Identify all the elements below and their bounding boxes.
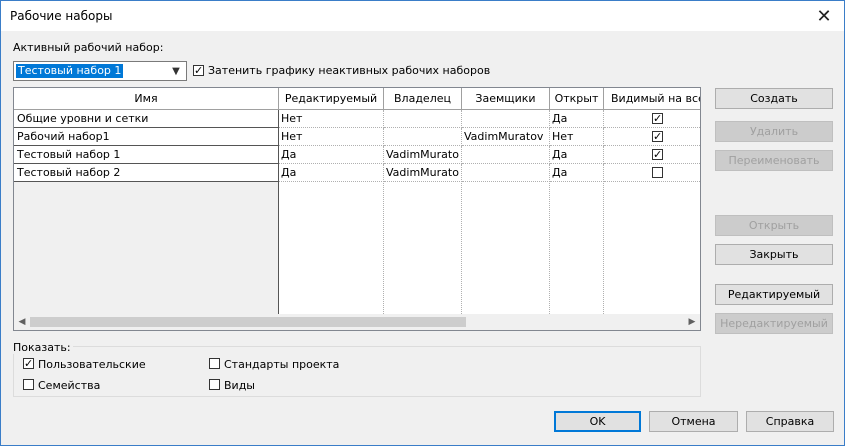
project-standards-checkbox[interactable]: [209, 358, 220, 369]
scrollbar-thumb[interactable]: [30, 317, 466, 327]
title-bar: Рабочие наборы ✕: [1, 1, 844, 31]
table-cell-owner[interactable]: VadimMurato: [384, 164, 462, 182]
table-cell-borrowers[interactable]: VadimMuratov: [462, 128, 550, 146]
table-cell-visible[interactable]: [604, 164, 700, 182]
column-header-visible[interactable]: Видимый на всех: [604, 88, 700, 110]
help-button[interactable]: Справка: [746, 411, 834, 432]
visible-checkbox[interactable]: ✓: [652, 113, 663, 124]
table-cell-editable[interactable]: Да: [279, 164, 384, 182]
create-button[interactable]: Создать: [715, 88, 833, 109]
column-header-editable[interactable]: Редактируемый: [279, 88, 384, 110]
cancel-button[interactable]: Отмена: [649, 411, 738, 432]
worksets-table: Имя Редактируемый Владелец Заемщики Откр…: [13, 87, 701, 331]
horizontal-scrollbar[interactable]: ◀ ▶: [14, 314, 700, 330]
table-row-name[interactable]: Тестовый набор 1: [14, 146, 279, 164]
table-cell-owner[interactable]: [384, 128, 462, 146]
active-workset-dropdown[interactable]: Тестовый набор 1 ▼: [13, 61, 187, 81]
families-checkbox[interactable]: [23, 379, 34, 390]
table-cell-owner[interactable]: [384, 110, 462, 128]
column-header-owner[interactable]: Владелец: [384, 88, 462, 110]
user-worksets-checkbox[interactable]: ✓: [23, 358, 34, 369]
column-header-open[interactable]: Открыт: [550, 88, 604, 110]
table-cell-borrowers[interactable]: [462, 146, 550, 164]
table-cell-borrowers[interactable]: [462, 164, 550, 182]
active-workset-label: Активный рабочий набор:: [13, 41, 164, 54]
table-cell-open[interactable]: Да: [550, 110, 604, 128]
make-editable-button[interactable]: Редактируемый: [715, 284, 833, 305]
table-cell-visible[interactable]: ✓: [604, 128, 700, 146]
open-button[interactable]: Открыть: [715, 215, 833, 236]
visible-checkbox[interactable]: ✓: [652, 149, 663, 160]
families-label: Семейства: [38, 379, 101, 392]
table-cell-open[interactable]: Да: [550, 146, 604, 164]
table-row-name[interactable]: Тестовый набор 2: [14, 164, 279, 182]
arrow-right-icon[interactable]: ▶: [684, 314, 700, 330]
visible-checkbox[interactable]: [652, 167, 663, 178]
table-cell-visible[interactable]: ✓: [604, 110, 700, 128]
arrow-left-icon[interactable]: ◀: [14, 314, 30, 330]
column-header-borrowers[interactable]: Заемщики: [462, 88, 550, 110]
close-workset-button[interactable]: Закрыть: [715, 244, 833, 265]
table-cell-editable[interactable]: Да: [279, 146, 384, 164]
show-group: [13, 346, 701, 397]
table-cell-editable[interactable]: Нет: [279, 128, 384, 146]
active-workset-value: Тестовый набор 1: [16, 64, 124, 78]
gray-inactive-checkbox[interactable]: ✓: [193, 65, 204, 76]
make-non-editable-button[interactable]: Нередактируемый: [715, 313, 833, 334]
column-header-name[interactable]: Имя: [14, 88, 279, 110]
window-title: Рабочие наборы: [10, 9, 113, 23]
table-row-name[interactable]: Общие уровни и сетки: [14, 110, 279, 128]
table-cell-owner[interactable]: VadimMurato: [384, 146, 462, 164]
rename-button[interactable]: Переименовать: [715, 150, 833, 171]
ok-button[interactable]: OK: [554, 411, 641, 432]
table-cell-visible[interactable]: ✓: [604, 146, 700, 164]
show-label: Показать:: [13, 341, 73, 354]
table-cell-open[interactable]: Нет: [550, 128, 604, 146]
project-standards-label: Стандарты проекта: [224, 358, 340, 371]
delete-button[interactable]: Удалить: [715, 121, 833, 142]
user-worksets-label: Пользовательские: [38, 358, 146, 371]
chevron-down-icon[interactable]: ▼: [168, 63, 184, 79]
views-checkbox[interactable]: [209, 379, 220, 390]
visible-checkbox[interactable]: ✓: [652, 131, 663, 142]
gray-inactive-label: Затенить графику неактивных рабочих набо…: [208, 64, 491, 77]
table-cell-borrowers[interactable]: [462, 110, 550, 128]
table-row-name[interactable]: Рабочий набор1: [14, 128, 279, 146]
close-icon[interactable]: ✕: [812, 4, 836, 28]
worksets-dialog: Рабочие наборы ✕ Активный рабочий набор:…: [0, 0, 845, 446]
table-cell-editable[interactable]: Нет: [279, 110, 384, 128]
table-cell-open[interactable]: Да: [550, 164, 604, 182]
views-label: Виды: [224, 379, 255, 392]
